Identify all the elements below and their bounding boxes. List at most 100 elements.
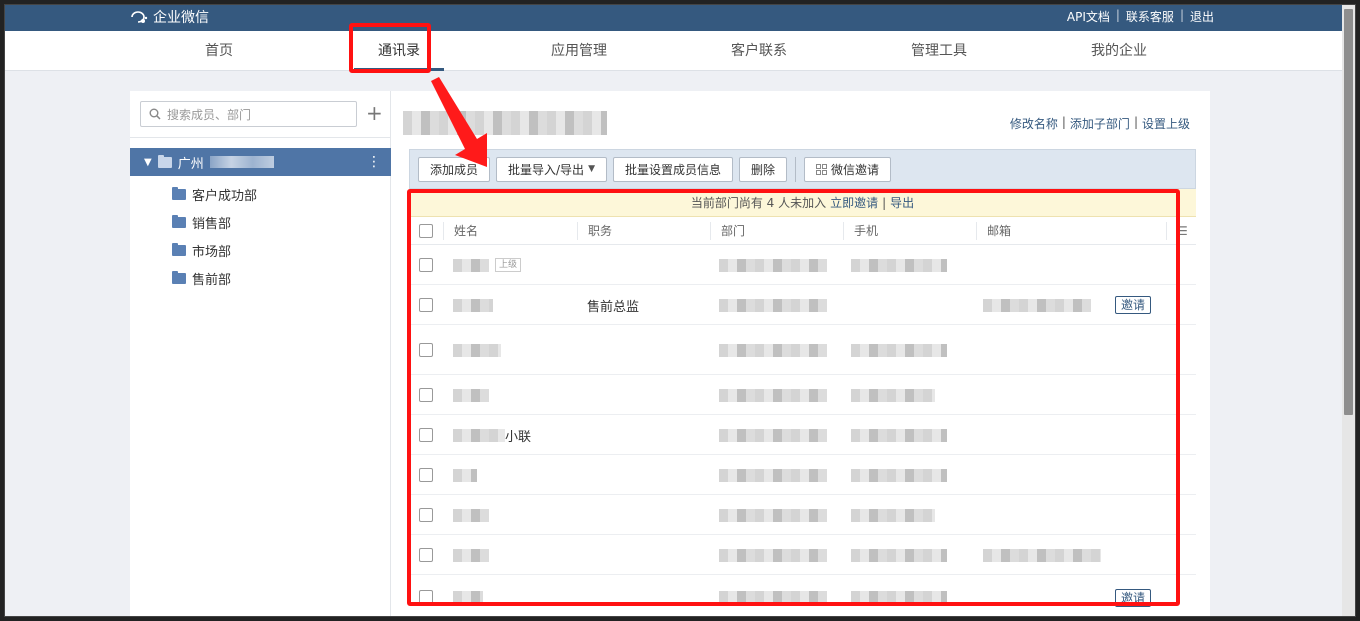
member-table: 姓名 职务 部门 手机 邮箱 ☰ 上级 售前总监 邀请 小联 邀请 (409, 217, 1196, 616)
row-checkbox[interactable] (419, 257, 433, 272)
member-name-cell[interactable] (453, 325, 501, 375)
column-header-name[interactable]: 姓名 (443, 221, 577, 240)
tab-customer-contact[interactable]: 客户联系 (714, 31, 804, 71)
column-header-department[interactable]: 部门 (710, 221, 843, 240)
tab-app-management[interactable]: 应用管理 (534, 31, 624, 71)
top-links: API文档 | 联系客服 | 退出 (1067, 8, 1214, 25)
table-row[interactable]: 邀请 (409, 575, 1196, 616)
tree-item-presales[interactable]: 售前部 (172, 264, 231, 292)
row-checkbox[interactable] (419, 467, 433, 482)
scrollbar-thumb[interactable] (1344, 9, 1353, 415)
member-department-cell (719, 285, 827, 325)
member-search-input[interactable]: 搜索成员、部门 (140, 101, 357, 127)
table-row[interactable] (409, 375, 1196, 415)
member-department-cell (719, 495, 827, 535)
member-title-cell: 售前总监 (587, 299, 640, 315)
member-department-cell (719, 325, 827, 375)
wechat-invite-button[interactable]: 微信邀请 (804, 156, 892, 182)
table-row[interactable] (409, 325, 1196, 375)
redacted-text (453, 468, 477, 482)
department-title (403, 111, 607, 137)
tree-item-label: 销售部 (192, 216, 232, 232)
notice-text: 当前部门尚有 4 人未加入 (690, 196, 827, 210)
batch-set-info-button[interactable]: 批量设置成员信息 (612, 156, 733, 182)
table-header: 姓名 职务 部门 手机 邮箱 ☰ (409, 217, 1196, 245)
member-phone-cell (851, 375, 935, 415)
rename-department-link[interactable]: 修改名称 (1010, 115, 1058, 132)
redacted-text (983, 548, 1101, 562)
folder-icon (172, 186, 186, 200)
divider: | (1061, 115, 1066, 129)
main-nav: 首页 通讯录 应用管理 客户联系 管理工具 我的企业 (5, 31, 1342, 71)
table-row[interactable] (409, 455, 1196, 495)
set-parent-link[interactable]: 设置上级 (1142, 115, 1190, 132)
export-link[interactable]: 导出 (890, 194, 914, 211)
row-checkbox[interactable] (419, 342, 433, 357)
row-checkbox[interactable] (419, 387, 433, 402)
member-name-cell[interactable]: 上级 (453, 245, 522, 285)
member-phone-cell (851, 455, 947, 495)
invite-button[interactable]: 邀请 (1115, 588, 1152, 607)
member-name-cell[interactable] (453, 285, 493, 325)
redacted-text (851, 343, 947, 357)
more-options-icon[interactable]: ⋮ (367, 153, 381, 171)
row-checkbox[interactable] (419, 547, 433, 562)
table-row[interactable] (409, 535, 1196, 575)
member-name-cell[interactable] (453, 455, 477, 495)
tab-my-enterprise[interactable]: 我的企业 (1074, 31, 1164, 71)
member-name-cell[interactable]: 小联 (453, 415, 531, 455)
vertical-scrollbar[interactable] (1342, 5, 1355, 616)
invite-button[interactable]: 邀请 (1115, 296, 1152, 314)
select-all-checkbox[interactable] (419, 223, 433, 238)
redacted-text (851, 428, 947, 442)
redacted-text (983, 298, 1091, 312)
member-name-text: 小联 (505, 429, 532, 445)
search-icon (149, 108, 161, 120)
add-department-icon[interactable]: + (366, 103, 383, 123)
add-subdepartment-link[interactable]: 添加子部门 (1070, 115, 1130, 132)
row-checkbox[interactable] (419, 507, 433, 522)
member-name-cell[interactable] (453, 375, 489, 415)
redacted-text (719, 388, 827, 402)
member-phone-cell (851, 325, 947, 375)
row-checkbox[interactable] (419, 427, 433, 442)
logout-link[interactable]: 退出 (1190, 8, 1214, 25)
row-checkbox[interactable] (419, 590, 433, 604)
column-header-email[interactable]: 邮箱 (976, 221, 1166, 240)
table-row[interactable]: 售前总监 邀请 (409, 285, 1196, 325)
redacted-text (719, 298, 827, 312)
divider (795, 156, 797, 182)
button-label: 微信邀请 (831, 162, 880, 177)
member-name-cell[interactable] (453, 575, 483, 616)
row-checkbox[interactable] (419, 297, 433, 312)
tab-management-tools[interactable]: 管理工具 (894, 31, 984, 71)
tree-item-sales[interactable]: 销售部 (172, 208, 231, 236)
top-bar: 企业微信 API文档 | 联系客服 | 退出 (5, 5, 1342, 31)
api-docs-link[interactable]: API文档 (1067, 8, 1110, 25)
delete-button[interactable]: 删除 (739, 156, 788, 182)
member-name-cell[interactable] (453, 495, 489, 535)
invite-now-link[interactable]: 立即邀请 (830, 194, 878, 211)
tree-item-marketing[interactable]: 市场部 (172, 236, 231, 264)
redacted-text (453, 388, 489, 402)
tab-contacts[interactable]: 通讯录 (354, 31, 444, 71)
add-member-button[interactable]: 添加成员 (418, 156, 491, 182)
tree-item-label: 客户成功部 (192, 188, 258, 204)
contact-support-link[interactable]: 联系客服 (1126, 8, 1174, 25)
batch-import-export-button[interactable]: 批量导入/导出 ▼ (496, 156, 607, 182)
tab-home[interactable]: 首页 (174, 31, 264, 71)
tree-root-department[interactable]: ▼ 广州 ⋮ (130, 148, 391, 176)
table-row[interactable] (409, 495, 1196, 535)
column-header-phone[interactable]: 手机 (843, 221, 976, 240)
redacted-text (851, 388, 935, 402)
member-name-cell[interactable] (453, 535, 489, 575)
table-row[interactable]: 上级 (409, 245, 1196, 285)
tree-item-customer-success[interactable]: 客户成功部 (172, 180, 257, 208)
divider (130, 137, 391, 138)
column-header-title[interactable]: 职务 (577, 221, 710, 240)
column-settings-icon[interactable]: ☰ (1166, 221, 1188, 240)
table-row[interactable]: 小联 (409, 415, 1196, 455)
redacted-text (453, 428, 505, 442)
folder-icon (172, 242, 186, 256)
logo[interactable]: 企业微信 (129, 7, 209, 27)
